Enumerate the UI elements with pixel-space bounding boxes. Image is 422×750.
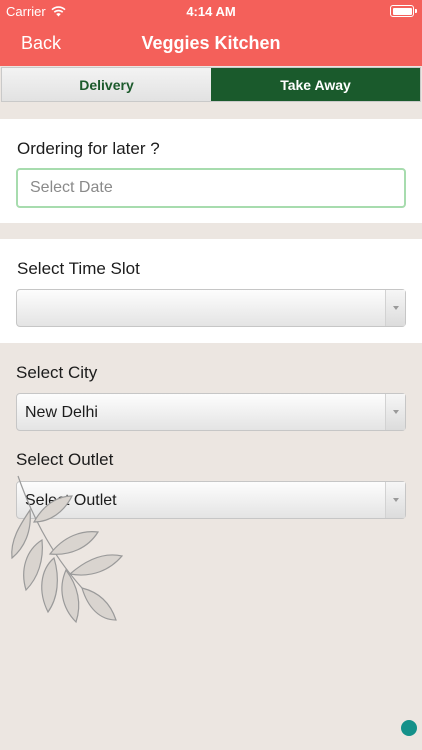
outlet-label: Select Outlet (16, 450, 114, 469)
support-fab-button[interactable] (401, 720, 417, 736)
status-time: 4:14 AM (186, 4, 236, 19)
time-slot-label: Select Time Slot (17, 259, 140, 278)
select-date-input[interactable] (16, 168, 406, 208)
navigation-bar: Back Veggies Kitchen (0, 22, 422, 66)
time-slot-select[interactable] (16, 289, 406, 327)
dropdown-arrow-icon (385, 394, 405, 430)
status-bar: Carrier 4:14 AM (0, 0, 422, 22)
dropdown-arrow-icon (385, 482, 405, 518)
order-type-segmented-control: Delivery Take Away (1, 67, 421, 102)
city-select[interactable]: New Delhi (16, 393, 406, 431)
battery-icon (390, 5, 417, 17)
city-value: New Delhi (25, 404, 98, 421)
tab-take-away[interactable]: Take Away (211, 68, 420, 101)
tab-delivery[interactable]: Delivery (2, 68, 211, 101)
order-later-label: Ordering for later ? (17, 139, 160, 158)
page-title: Veggies Kitchen (141, 33, 281, 53)
curry-leaf-illustration (11, 475, 124, 624)
dropdown-arrow-icon (385, 290, 405, 326)
city-label: Select City (16, 363, 98, 382)
